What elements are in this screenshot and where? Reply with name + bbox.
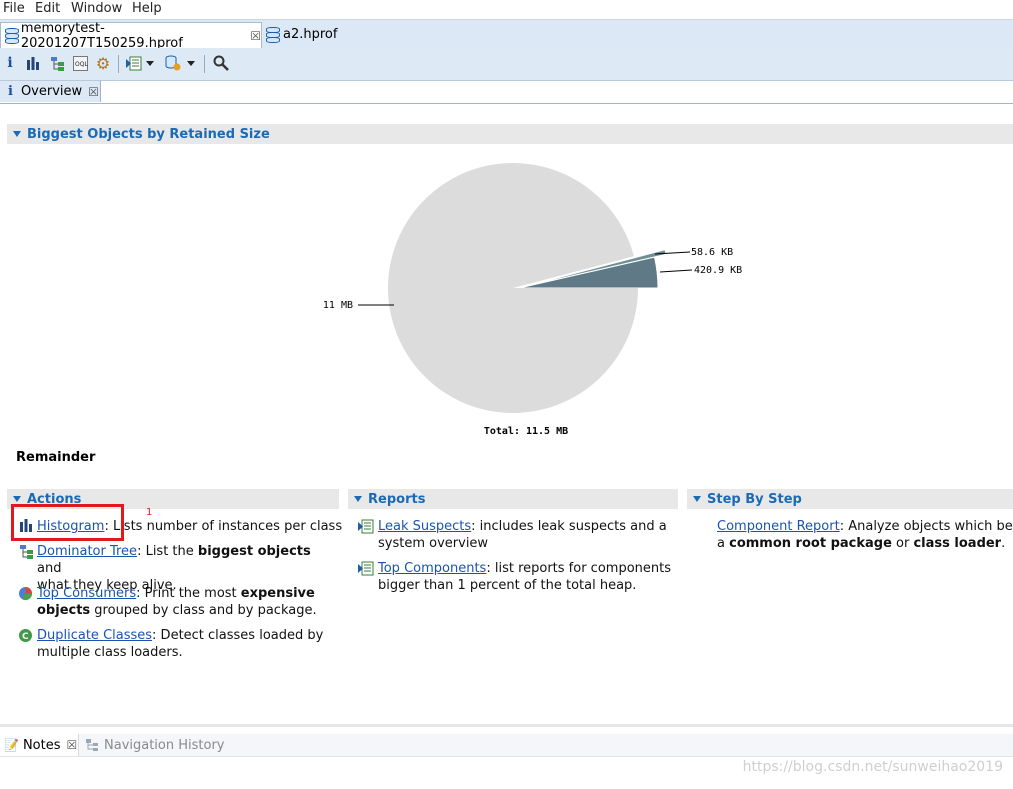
view-tab-bar: i Overview ☒ xyxy=(0,81,1013,104)
report-top-components: Top Components: list reports for compone… xyxy=(378,560,678,594)
dominator-tree-icon[interactable] xyxy=(47,53,67,73)
leak-suspects-description: : includes leak suspects and a xyxy=(471,519,667,534)
report-icon[interactable] xyxy=(124,53,144,73)
action-top-consumers: Top Consumers: Print the most expensive … xyxy=(37,585,337,619)
editor-tab-bar: memorytest-20201207T150259.hprof ☒ a2.hp… xyxy=(0,19,1013,51)
svg-text:OQL: OQL xyxy=(75,61,88,68)
component-report-description: : Analyze objects which belong t xyxy=(839,519,1013,534)
pie-slice-label: 11 MB xyxy=(323,300,353,311)
action-duplicate-classes: Duplicate Classes: Detect classes loaded… xyxy=(37,627,337,661)
query-icon[interactable] xyxy=(163,53,183,73)
tab-overview-label: Overview xyxy=(20,84,83,99)
pie-label-leader xyxy=(659,269,693,273)
report-icon xyxy=(358,561,374,576)
tab-navigation-history[interactable]: Navigation History xyxy=(86,734,225,756)
editor-tab-memorytest[interactable]: memorytest-20201207T150259.hprof ☒ xyxy=(0,20,262,51)
dominator-bold: biggest objects xyxy=(197,544,311,559)
svg-text:C: C xyxy=(22,632,29,642)
report-leak-suspects: Leak Suspects: includes leak suspects an… xyxy=(378,518,678,552)
biggest-objects-header[interactable]: Biggest Objects by Retained Size xyxy=(7,124,1013,144)
leak-suspects-link[interactable]: Leak Suspects xyxy=(378,519,471,534)
bottom-panel: 📝 Notes ☒ Navigation History xyxy=(0,724,1013,789)
top-components-description-line2: bigger than 1 percent of the total heap. xyxy=(378,578,637,593)
annotation-highlight-box xyxy=(11,504,124,541)
step-by-step-header[interactable]: Step By Step xyxy=(687,489,1013,509)
component-report-bold-1: common root package xyxy=(729,536,892,551)
pie-slice-label: 420.9 KB xyxy=(694,265,742,276)
collapse-triangle-icon xyxy=(13,496,21,502)
reports-title: Reports xyxy=(368,491,426,507)
close-icon[interactable]: ☒ xyxy=(250,29,261,43)
menu-edit[interactable]: Edit xyxy=(35,1,60,16)
top-consumers-bold: expensive xyxy=(240,586,315,601)
menu-help[interactable]: Help xyxy=(132,1,162,16)
dropdown-icon[interactable] xyxy=(185,53,197,73)
component-report-bold-2: class loader xyxy=(913,536,1002,551)
component-report-line2-b: or xyxy=(891,536,914,551)
top-components-link[interactable]: Top Components xyxy=(378,561,486,576)
component-report-line2-a: a xyxy=(717,536,730,551)
top-components-description: : list reports for components xyxy=(486,561,672,576)
chart-total-label: Total: 11.5 MB xyxy=(484,426,568,437)
top-consumers-description-line2: grouped by class and by package. xyxy=(90,603,317,618)
dropdown-icon[interactable] xyxy=(144,53,156,73)
duplicate-classes-description: : Detect classes loaded by xyxy=(152,628,324,643)
dominator-description: : List the xyxy=(137,544,198,559)
collapse-triangle-icon xyxy=(693,496,701,502)
top-consumers-bold-2: objects xyxy=(37,603,91,618)
report-icon xyxy=(358,519,374,534)
notes-icon: 📝 xyxy=(4,738,19,752)
oql-icon[interactable]: OQL xyxy=(70,53,90,73)
watermark: https://blog.csdn.net/sunweihao2019 xyxy=(742,759,1003,775)
reports-header[interactable]: Reports xyxy=(348,489,678,509)
info-icon: i xyxy=(8,84,13,99)
gear-icon[interactable]: ⚙ xyxy=(93,53,113,73)
component-report-line2-c: . xyxy=(1001,536,1006,551)
dominator-tree-link[interactable]: Dominator Tree xyxy=(37,544,137,559)
navigation-history-icon xyxy=(86,739,98,751)
duplicate-classes-description-line2: multiple class loaders. xyxy=(37,645,183,660)
annotation-number: 1 xyxy=(146,507,153,518)
retained-size-pie-chart: 58.6 KB 420.9 KB 11 MB Total: 11.5 MB xyxy=(323,162,742,437)
leak-suspects-description-line2: system overview xyxy=(378,536,489,551)
component-report-link[interactable]: Component Report xyxy=(717,519,840,534)
tab-notes-label: Notes xyxy=(22,737,61,753)
menu-window[interactable]: Window xyxy=(71,1,122,16)
duplicate-classes-link[interactable]: Duplicate Classes xyxy=(37,628,152,643)
dominator-tree-icon xyxy=(19,544,33,559)
step-component-report: Component Report: Analyze objects which … xyxy=(717,518,1013,552)
duplicate-classes-icon: C xyxy=(18,628,32,642)
bottom-tab-bar: 📝 Notes ☒ Navigation History xyxy=(0,734,1013,757)
menu-file[interactable]: File xyxy=(3,1,25,16)
tab-overview[interactable]: i Overview ☒ xyxy=(0,81,101,102)
editor-tab-label: memorytest-20201207T150259.hprof xyxy=(20,20,183,51)
heap-dump-icon xyxy=(266,27,280,43)
info-icon[interactable]: i xyxy=(0,53,20,73)
editor-tab-a2[interactable]: a2.hprof xyxy=(262,22,352,47)
heap-dump-icon xyxy=(5,28,19,44)
biggest-objects-title: Biggest Objects by Retained Size xyxy=(27,126,270,142)
histogram-description: : Lists number of instances per class xyxy=(104,519,343,534)
top-consumers-icon xyxy=(18,586,33,601)
menu-bar: File Edit Window Help xyxy=(0,0,1013,19)
pie-slice-label: 58.6 KB xyxy=(691,247,733,258)
tab-notes[interactable]: 📝 Notes ☒ xyxy=(0,734,79,756)
top-consumers-description: : Print the most xyxy=(136,586,241,601)
toolbar: i OQL ⚙ xyxy=(0,48,1013,81)
top-consumers-link[interactable]: Top Consumers xyxy=(37,586,136,601)
step-by-step-title: Step By Step xyxy=(707,491,802,507)
remainder-label: Remainder xyxy=(16,450,96,465)
editor-tab-label: a2.hprof xyxy=(283,27,338,42)
dominator-description-end: and xyxy=(37,561,62,576)
close-icon[interactable]: ☒ xyxy=(88,85,99,99)
close-icon[interactable]: ☒ xyxy=(67,738,78,752)
collapse-triangle-icon xyxy=(13,131,21,137)
collapse-triangle-icon xyxy=(354,496,362,502)
histogram-icon[interactable] xyxy=(23,53,43,73)
search-icon[interactable] xyxy=(211,53,231,73)
tab-navigation-history-label: Navigation History xyxy=(104,737,225,753)
